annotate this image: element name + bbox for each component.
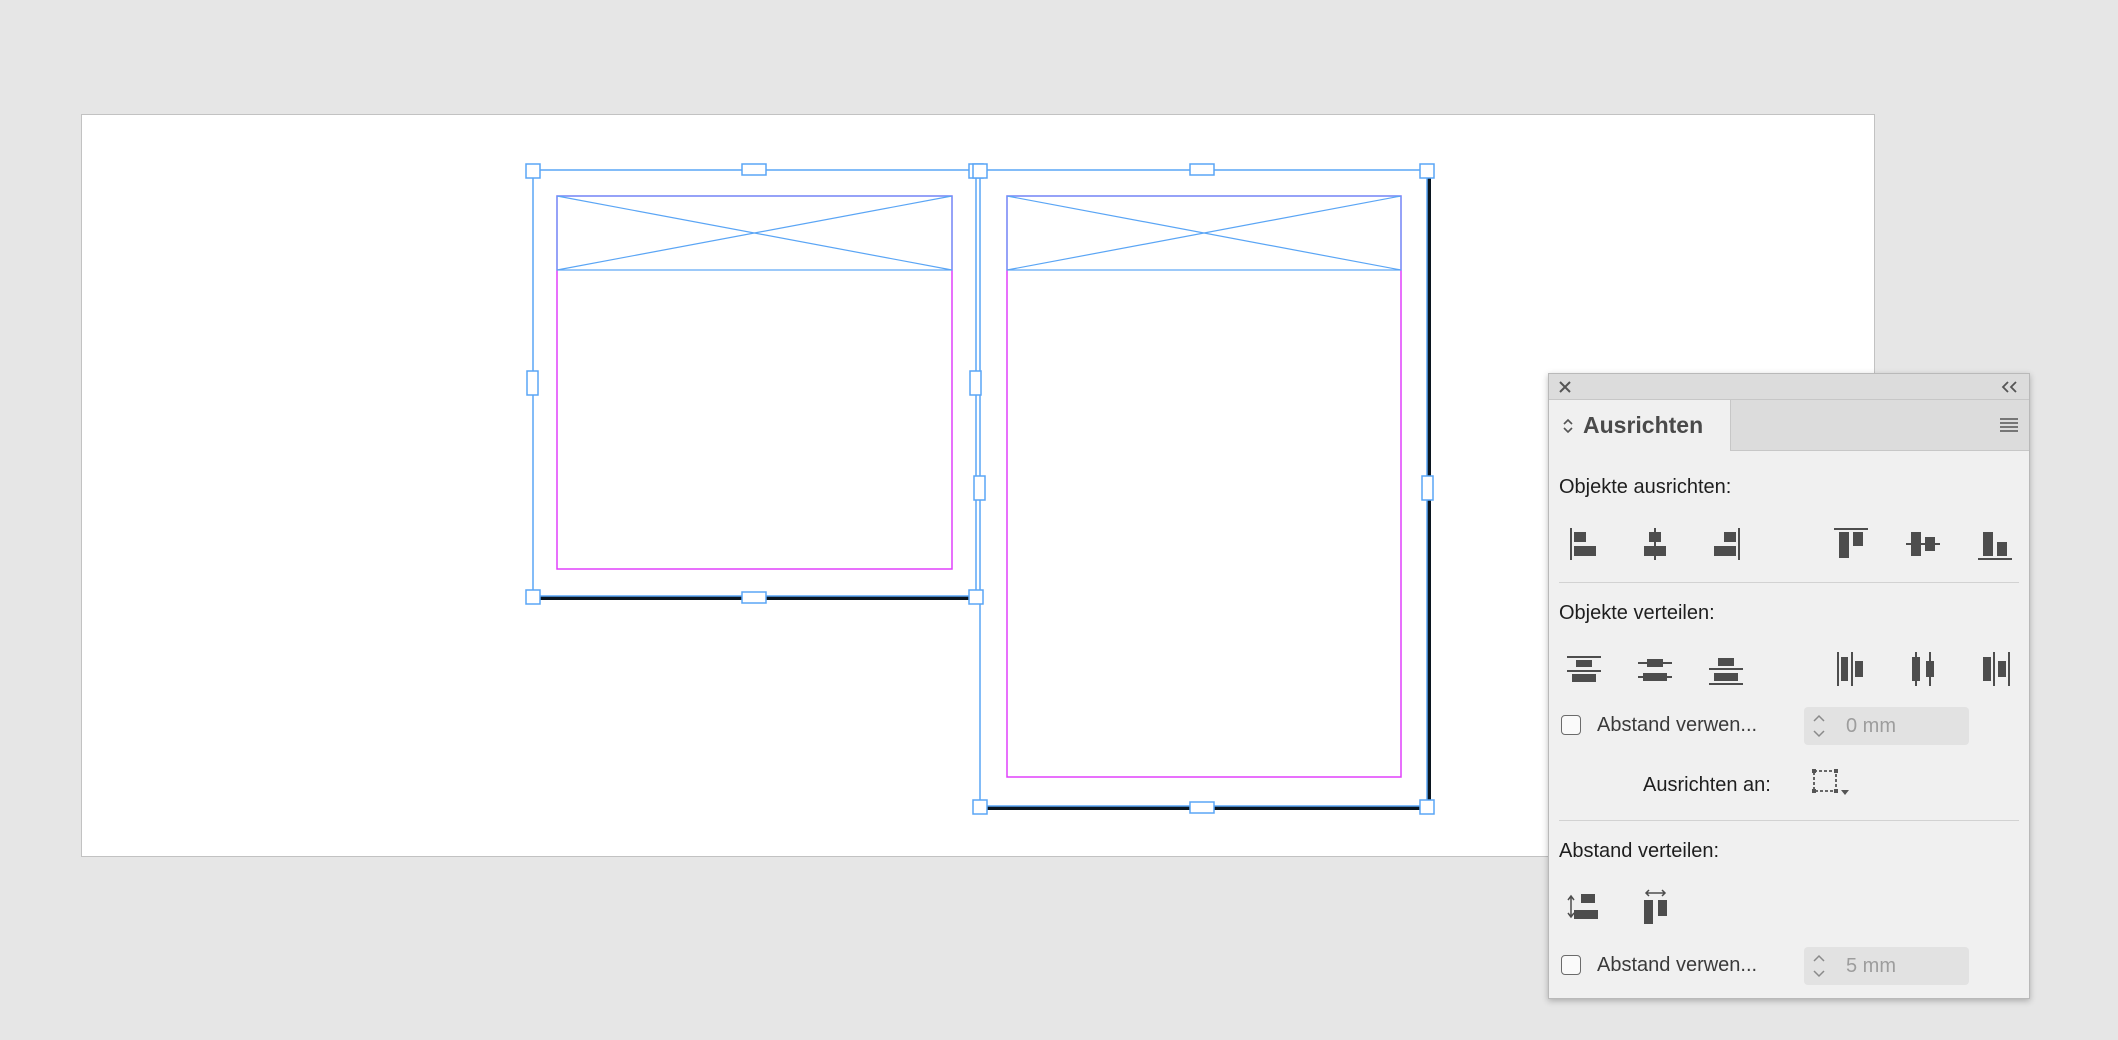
distribute-bottom-edges-icon[interactable] — [1704, 647, 1748, 691]
handle-left-bottom-right[interactable] — [968, 589, 984, 605]
align-objects-label: Objekte ausrichten: — [1559, 476, 1732, 498]
distribute-objects-label: Objekte verteilen: — [1559, 602, 1715, 624]
spacing-input-objects[interactable]: 0 mm — [1834, 707, 1969, 745]
handle-right-top-mid[interactable] — [1189, 163, 1215, 176]
distribute-vertical-space-icon[interactable] — [1562, 886, 1606, 930]
left-frame-bounds[interactable] — [532, 169, 977, 597]
handle-left-bottom-left[interactable] — [525, 589, 541, 605]
distribute-horizontal-centers-icon[interactable] — [1901, 647, 1945, 691]
use-spacing-checkbox-spacing[interactable] — [1561, 955, 1581, 975]
separator — [1559, 582, 2019, 583]
left-margin-frame — [556, 195, 953, 570]
align-right-edges-icon[interactable] — [1704, 522, 1748, 566]
handle-right-mid-right[interactable] — [1421, 475, 1434, 501]
panel-tab-bar: Ausrichten — [1549, 400, 2029, 451]
align-panel[interactable]: Ausrichten Objekte ausrichten: Objekte v… — [1548, 373, 2030, 999]
align-top-edges-icon[interactable] — [1829, 522, 1873, 566]
handle-right-bottom-right[interactable] — [1419, 799, 1435, 815]
panel-menu-icon[interactable] — [1997, 415, 2021, 435]
align-to-label: Ausrichten an: — [1643, 774, 1771, 796]
distribute-spacing-label: Abstand verteilen: — [1559, 840, 1720, 862]
handle-left-mid-left[interactable] — [526, 370, 539, 396]
handle-right-top-right[interactable] — [1419, 163, 1435, 179]
right-image-placeholder[interactable] — [1006, 195, 1402, 271]
use-spacing-checkbox-objects[interactable] — [1561, 715, 1581, 735]
handle-left-mid-right[interactable] — [969, 370, 982, 396]
align-left-edges-icon[interactable] — [1562, 522, 1606, 566]
handle-right-mid-left[interactable] — [973, 475, 986, 501]
right-frame-bounds[interactable] — [979, 169, 1428, 807]
spacing-stepper-spacing[interactable] — [1804, 947, 1834, 985]
left-image-placeholder[interactable] — [556, 195, 953, 271]
handle-left-top-left[interactable] — [525, 163, 541, 179]
align-bottom-edges-icon[interactable] — [1973, 522, 2017, 566]
handle-right-bottom-mid[interactable] — [1189, 801, 1215, 814]
align-horizontal-centers-icon[interactable] — [1633, 522, 1677, 566]
use-spacing-label-spacing: Abstand verwen... — [1597, 954, 1758, 976]
collapse-double-chevron-icon[interactable] — [1999, 377, 2021, 397]
separator — [1559, 820, 2019, 821]
align-to-selection-icon[interactable] — [1809, 765, 1853, 801]
handle-right-top-left[interactable] — [972, 163, 988, 179]
align-vertical-centers-icon[interactable] — [1901, 522, 1945, 566]
tab-ausrichten[interactable]: Ausrichten — [1549, 400, 1731, 451]
spacing-stepper-objects[interactable] — [1804, 707, 1834, 745]
use-spacing-label-objects: Abstand verwen... — [1597, 714, 1758, 736]
distribute-vertical-centers-icon[interactable] — [1633, 647, 1677, 691]
updown-chevron-icon — [1563, 418, 1573, 433]
handle-left-top-mid[interactable] — [741, 163, 767, 176]
distribute-top-edges-icon[interactable] — [1562, 647, 1606, 691]
handle-left-bottom-mid[interactable] — [741, 591, 767, 604]
distribute-horizontal-space-icon[interactable] — [1633, 886, 1677, 930]
spacing-input-spacing[interactable]: 5 mm — [1834, 947, 1969, 985]
distribute-left-edges-icon[interactable] — [1829, 647, 1873, 691]
panel-title: Ausrichten — [1583, 412, 1704, 438]
distribute-right-edges-icon[interactable] — [1973, 647, 2017, 691]
panel-title-bar[interactable] — [1549, 374, 2029, 400]
close-icon[interactable] — [1555, 377, 1575, 397]
handle-right-bottom-left[interactable] — [972, 799, 988, 815]
right-margin-frame — [1006, 195, 1402, 778]
